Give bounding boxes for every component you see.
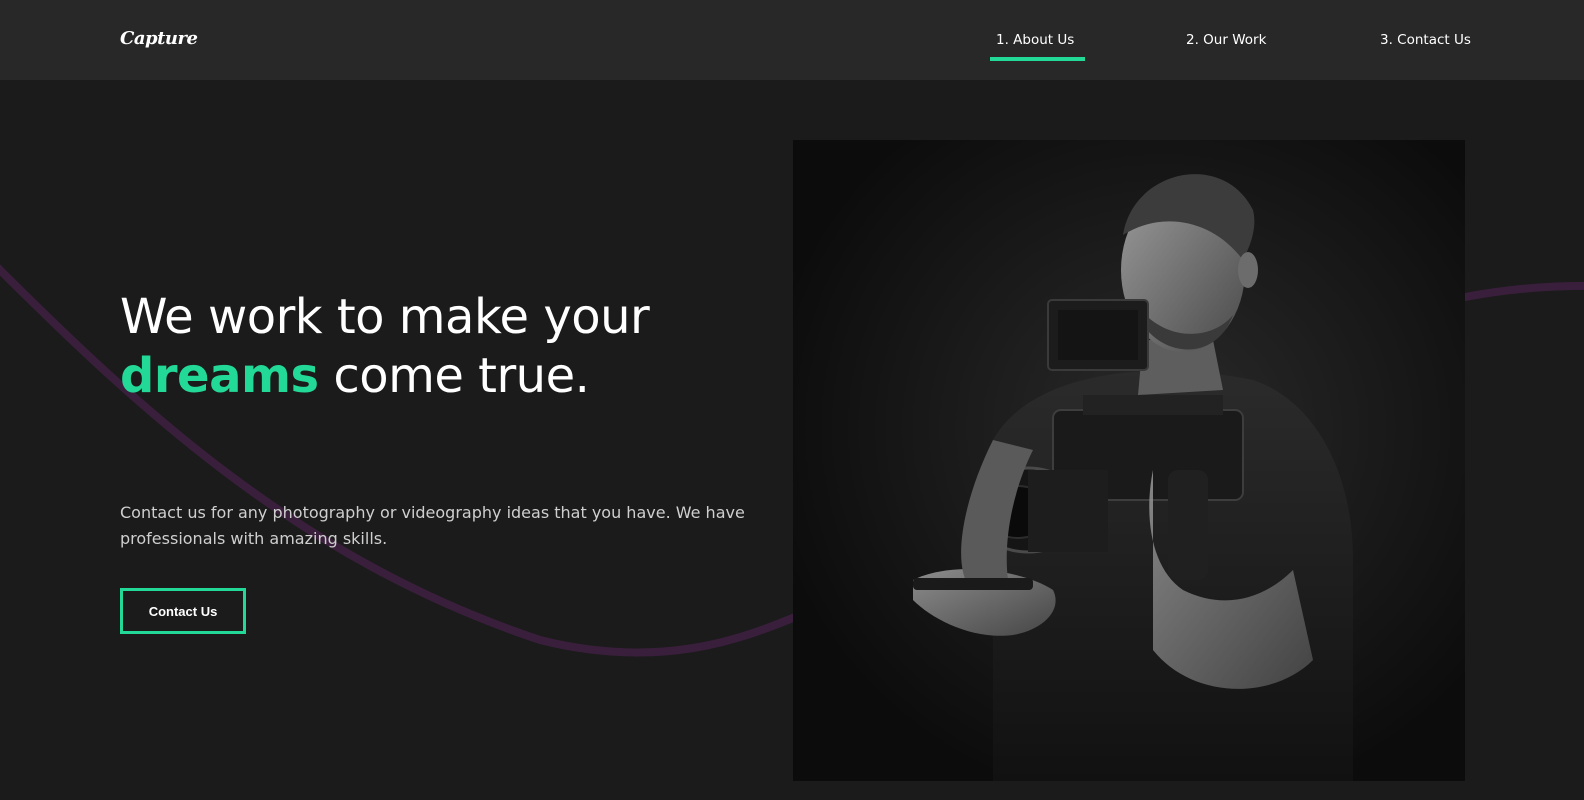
logo[interactable]: Capture — [120, 28, 198, 49]
hero-title-after: come true. — [318, 348, 590, 404]
hero-title: We work to make your dreams come true. — [120, 288, 680, 406]
hero-description: Contact us for any photography or videog… — [120, 503, 745, 548]
hero-title-before: We work to make your — [120, 289, 650, 345]
active-nav-indicator — [990, 57, 1085, 61]
navbar: Capture 1. About Us 2. Our Work 3. Conta… — [0, 0, 1584, 80]
photographer-image — [793, 140, 1465, 781]
hero-title-accent: dreams — [120, 348, 319, 404]
hero-image — [793, 140, 1465, 781]
nav-item-contact-us[interactable]: 3. Contact Us — [1380, 32, 1471, 48]
nav-item-our-work[interactable]: 2. Our Work — [1186, 32, 1266, 48]
contact-us-button[interactable]: Contact Us — [120, 588, 246, 634]
nav-item-about-us[interactable]: 1. About Us — [996, 32, 1074, 48]
